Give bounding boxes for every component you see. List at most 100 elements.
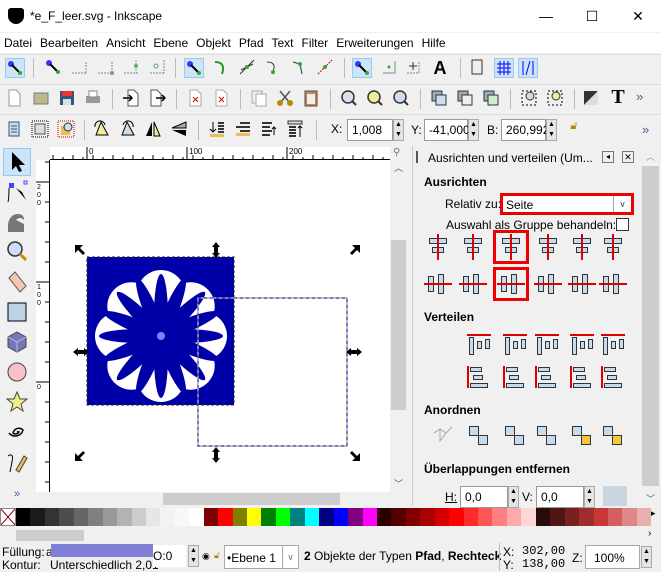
palette-swatch[interactable] [333, 508, 349, 526]
toolbox-overflow-button[interactable]: » [14, 488, 20, 500]
snap-others-icon[interactable] [352, 58, 372, 78]
text-font-icon[interactable]: T [608, 87, 628, 107]
minimize-button[interactable]: — [523, 0, 569, 32]
layer-dropdown[interactable]: •Ebene 1 ∨ [224, 545, 299, 569]
measure-tool-icon[interactable] [6, 270, 28, 294]
palette-swatch[interactable] [391, 508, 406, 526]
distribute-baseline-v-icon[interactable] [599, 364, 627, 390]
snap-page-border-icon[interactable] [468, 58, 488, 78]
clone-icon[interactable] [456, 89, 476, 109]
snap-rotation-center-icon[interactable] [404, 58, 424, 78]
menu-filter[interactable]: Filter [298, 33, 333, 50]
palette-swatch[interactable] [304, 508, 320, 526]
distribute-baseline-h-icon[interactable] [599, 331, 627, 357]
layer-lock-icon[interactable]: 🔓︎ [214, 550, 220, 561]
paste-icon[interactable] [302, 89, 322, 109]
snap-nodes-icon[interactable] [184, 58, 204, 78]
distribute-gaps-v-icon[interactable] [568, 364, 596, 390]
palette-swatch[interactable] [636, 508, 652, 526]
palette-swatch[interactable] [420, 508, 435, 526]
palette-swatch[interactable] [131, 508, 146, 526]
treat-as-group-checkbox[interactable] [616, 218, 629, 231]
select-all-icon[interactable] [5, 120, 25, 140]
opacity-input[interactable]: O:0 [153, 545, 186, 567]
palette-swatch[interactable] [550, 508, 565, 526]
canvas-horizontal-scrollbar[interactable] [50, 492, 390, 505]
snap-object-center-icon[interactable] [380, 58, 400, 78]
palette-swatch[interactable] [232, 508, 247, 526]
menu-ansicht[interactable]: Ansicht [102, 33, 149, 50]
palette-swatch[interactable] [478, 508, 493, 526]
panel-scroll-down-icon[interactable]: ﹀ [646, 492, 655, 505]
palette-swatch[interactable] [607, 508, 623, 526]
y-spin-button[interactable]: ▲ ▼ [468, 119, 479, 141]
selector-tool-icon[interactable] [3, 148, 31, 176]
panel-close-button[interactable]: ✕ [622, 151, 634, 163]
palette-swatch[interactable] [275, 508, 291, 526]
palette-scroll-icon[interactable]: ▸ [651, 508, 661, 526]
ellipse-tool-icon[interactable] [6, 360, 28, 384]
width-spin-button[interactable]: ▲ ▼ [546, 119, 557, 141]
zoom-corner-icon[interactable]: ⚲ [393, 147, 400, 158]
align-baseline-horizontal-icon[interactable] [599, 271, 627, 297]
palette-swatch[interactable] [622, 508, 637, 526]
select-all-layers-icon[interactable] [31, 120, 51, 140]
lower-to-bottom-icon[interactable] [208, 120, 228, 140]
exchange-positions-icon[interactable] [465, 423, 493, 449]
lock-icon[interactable]: 🔓︎ [564, 120, 584, 140]
palette-swatch[interactable] [117, 508, 132, 526]
palette-swatch[interactable] [564, 508, 580, 526]
palette-swatch[interactable] [203, 508, 219, 526]
redo-icon[interactable] [212, 89, 232, 109]
eye-icon[interactable]: ◉ [202, 551, 210, 562]
align-top-icon[interactable] [459, 271, 487, 297]
drawing-canvas[interactable] [50, 160, 390, 492]
menu-pfad[interactable]: Pfad [235, 33, 268, 50]
cut-icon[interactable] [276, 89, 296, 109]
spiral-tool-icon[interactable] [6, 420, 28, 444]
align-top-to-bottom-icon[interactable] [568, 271, 596, 297]
opacity-spin[interactable]: ▲ ▼ [188, 545, 199, 567]
flip-vertical-icon[interactable] [170, 120, 190, 140]
snap-text-baseline-icon[interactable]: A [430, 58, 450, 78]
raise-to-top-icon[interactable] [286, 120, 306, 140]
zoom-tool-icon[interactable] [6, 240, 28, 264]
relative-to-dropdown[interactable]: Seite ∨ [500, 193, 634, 215]
h-gap-spin[interactable]: ▲ ▼ [508, 486, 519, 508]
snap-midpoints-icon[interactable] [316, 58, 336, 78]
save-icon[interactable] [58, 89, 78, 109]
group-icon[interactable] [520, 89, 540, 109]
scroll-down-icon[interactable]: ﹀ [394, 477, 403, 490]
menu-hilfe[interactable]: Hilfe [418, 33, 450, 50]
y-input[interactable]: -41,000 [424, 119, 470, 141]
snap-bbox-midpoints-icon[interactable] [122, 58, 142, 78]
palette-swatch[interactable] [362, 508, 377, 526]
menu-ebene[interactable]: Ebene [149, 33, 192, 50]
snap-grid-icon[interactable] [494, 58, 514, 78]
scroll-up-icon[interactable]: ︿ [394, 161, 403, 174]
palette-swatch[interactable] [174, 508, 190, 526]
copy-icon[interactable] [250, 89, 270, 109]
width-input[interactable]: 260,992 [501, 119, 549, 141]
align-center-horizontal-axis-icon[interactable] [493, 267, 529, 301]
palette-swatch[interactable] [593, 508, 608, 526]
new-document-icon[interactable] [5, 89, 25, 109]
align-right-icon[interactable] [534, 234, 562, 260]
distribute-right-icon[interactable] [533, 331, 561, 357]
rotate-cw-icon[interactable] [118, 120, 138, 140]
snap-guides-icon[interactable] [518, 58, 538, 78]
menu-bearbeiten[interactable]: Bearbeiten [36, 33, 102, 50]
palette-swatch[interactable] [290, 508, 305, 526]
panel-collapse-button[interactable]: ◂ [602, 151, 614, 163]
palette-swatch[interactable] [73, 508, 89, 526]
x-spin-button[interactable]: ▲ ▼ [393, 119, 404, 141]
palette-swatch[interactable] [261, 508, 276, 526]
randomize-positions-icon[interactable] [568, 423, 596, 449]
pencil-tool-icon[interactable] [6, 450, 28, 474]
remove-overlaps-button[interactable] [603, 486, 627, 506]
palette-swatch[interactable] [102, 508, 118, 526]
align-right-to-left-icon[interactable] [424, 234, 452, 260]
export-icon[interactable] [148, 89, 168, 109]
tweak-tool-icon[interactable] [6, 210, 28, 234]
palette-swatch[interactable] [16, 508, 31, 526]
